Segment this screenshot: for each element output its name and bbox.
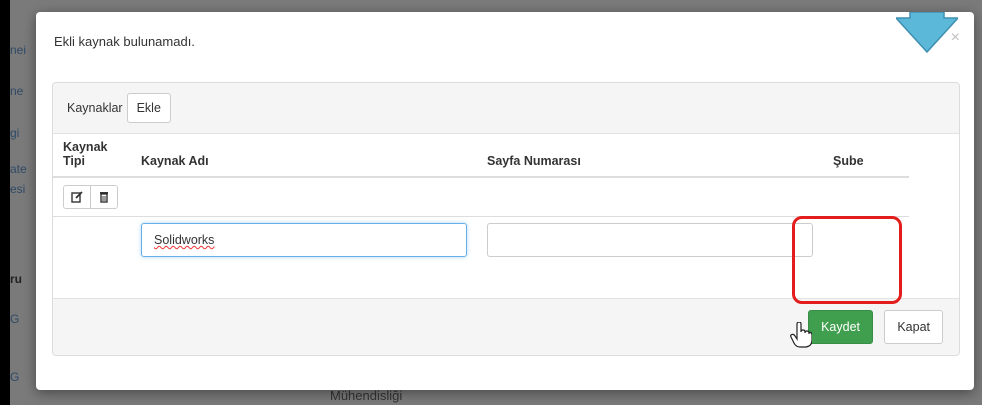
background-footer-text: Mühendisliği bbox=[330, 388, 403, 403]
background-fragment: G bbox=[10, 312, 20, 326]
resources-label: Kaynaklar bbox=[67, 101, 123, 115]
resource-name-cell: Solidworks bbox=[131, 217, 477, 264]
page-number-input[interactable] bbox=[487, 223, 813, 257]
resource-name-input[interactable]: Solidworks bbox=[141, 223, 467, 257]
background-fragment: ate bbox=[10, 162, 27, 176]
add-resource-button[interactable]: Ekle bbox=[126, 93, 171, 123]
background-fragment: ru bbox=[10, 272, 22, 286]
row-actions-cell bbox=[53, 177, 909, 217]
branch-cell bbox=[823, 217, 909, 264]
table-row: Solidworks bbox=[53, 217, 909, 264]
left-edge bbox=[0, 0, 10, 405]
save-button[interactable]: Kaydet bbox=[808, 310, 873, 344]
column-header-type: Kaynak Tipi bbox=[53, 134, 131, 178]
close-button[interactable]: Kapat bbox=[884, 310, 943, 344]
page-number-cell bbox=[477, 217, 823, 264]
background-fragment: G bbox=[10, 370, 20, 384]
panel-footer: Kaydet Kapat bbox=[53, 298, 959, 355]
panel-header: Kaynaklar Ekle bbox=[53, 83, 959, 134]
hand-pointer-icon bbox=[790, 322, 812, 348]
background-fragment: nei bbox=[10, 43, 27, 57]
modal-title: Ekli kaynak bulunamadı. bbox=[54, 34, 195, 49]
background-fragment: esi bbox=[10, 182, 26, 196]
resource-name-value: Solidworks bbox=[154, 233, 215, 247]
resource-type-cell bbox=[53, 217, 131, 264]
column-header-name: Kaynak Adı bbox=[131, 134, 477, 178]
row-action-group bbox=[63, 185, 118, 209]
background-fragment: ne bbox=[10, 84, 24, 98]
column-header-page: Sayfa Numarası bbox=[477, 134, 823, 178]
edit-icon[interactable] bbox=[64, 186, 90, 208]
resources-panel: Kaynaklar Ekle Kaynak Tipi Kaynak Adı Sa… bbox=[52, 82, 960, 356]
trash-icon[interactable] bbox=[90, 186, 117, 208]
resource-modal: Ekli kaynak bulunamadı. × Kaynaklar Ekle… bbox=[36, 12, 974, 390]
resources-table: Kaynak Tipi Kaynak Adı Sayfa Numarası Şu… bbox=[53, 134, 909, 263]
column-header-branch: Şube bbox=[823, 134, 909, 178]
background-fragment: gi bbox=[10, 126, 20, 140]
arrow-down-icon bbox=[896, 12, 958, 54]
table-row bbox=[53, 177, 909, 217]
